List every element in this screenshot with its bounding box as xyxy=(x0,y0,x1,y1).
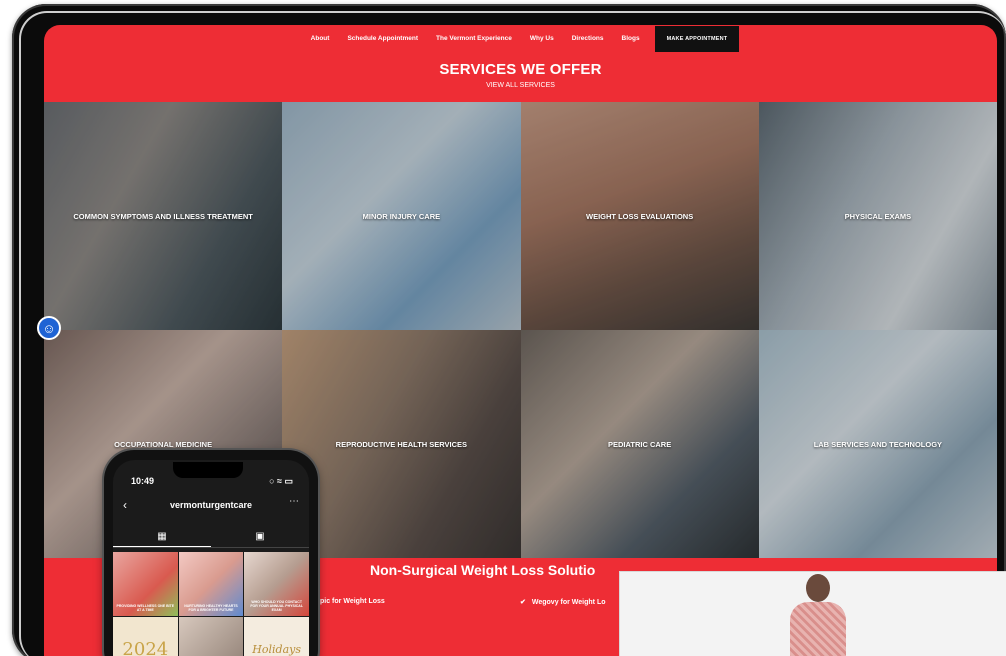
nav-schedule-appointment[interactable]: Schedule Appointment xyxy=(338,25,427,53)
video-overlay[interactable] xyxy=(619,571,1006,656)
grid-icon[interactable]: ▦ xyxy=(113,526,211,547)
post-caption: Holidays xyxy=(252,642,302,656)
post-caption: 2024 xyxy=(122,638,169,656)
nav-why-us[interactable]: Why Us xyxy=(521,25,563,53)
presenter-head xyxy=(806,574,830,602)
phone-frame: 10:49 ○ ≈ ▭ ‹ vermonturgentcare ⋯ ▦ ▣ PR… xyxy=(104,450,318,656)
profile-tabs: ▦ ▣ xyxy=(113,526,309,548)
service-label: MINOR INJURY CARE xyxy=(362,211,441,221)
service-tile-common-symptoms[interactable]: COMMON SYMPTOMS AND ILLNESS TREATMENT xyxy=(44,102,283,330)
post-thumbnail[interactable]: WHO SHOULD YOU CONTACT FOR YOUR ANNUAL P… xyxy=(244,552,309,616)
status-bar: 10:49 ○ ≈ ▭ xyxy=(131,476,293,487)
post-thumbnail[interactable]: NURTURING HEALTHY HEARTS FOR A BRIGHTER … xyxy=(178,552,244,616)
service-tile-physical-exams[interactable]: PHYSICAL EXAMS xyxy=(758,102,997,330)
status-icons: ○ ≈ ▭ xyxy=(269,476,293,486)
weight-loss-item-label: Wegovy for Weight Lo xyxy=(531,599,606,606)
service-label: PEDIATRIC CARE xyxy=(608,439,672,449)
clock: 10:49 xyxy=(131,476,155,486)
post-thumbnail[interactable]: Holidays xyxy=(244,617,309,656)
nav-blogs[interactable]: Blogs xyxy=(613,25,649,53)
post-grid: PROVIDING WELLNESS ONE BITE AT A TIME NU… xyxy=(113,552,309,656)
service-label: OCCUPATIONAL MEDICINE xyxy=(114,439,213,449)
weight-loss-item: ✔ Wegovy for Weight Lo xyxy=(520,598,606,606)
accessibility-icon[interactable]: ☺ xyxy=(37,316,61,340)
post-thumbnail[interactable]: 2024 xyxy=(113,617,178,656)
profile-username: vermonturgentcare xyxy=(169,500,253,510)
service-label: WEIGHT LOSS EVALUATIONS xyxy=(586,211,694,221)
presenter-body xyxy=(790,602,846,656)
more-options-icon[interactable]: ⋯ xyxy=(289,496,299,507)
make-appointment-button[interactable]: MAKE APPOINTMENT xyxy=(654,26,740,52)
presenter-figure xyxy=(788,572,848,656)
weight-loss-item: pic for Weight Loss xyxy=(320,598,385,605)
tagged-icon[interactable]: ▣ xyxy=(211,526,309,547)
post-caption: PROVIDING WELLNESS ONE BITE AT A TIME xyxy=(116,604,175,612)
service-label: COMMON SYMPTOMS AND ILLNESS TREATMENT xyxy=(73,211,253,221)
post-thumbnail[interactable] xyxy=(178,617,244,656)
service-tile-minor-injury[interactable]: MINOR INJURY CARE xyxy=(282,102,521,330)
post-caption: NURTURING HEALTHY HEARTS FOR A BRIGHTER … xyxy=(184,604,238,612)
service-label: REPRODUCTIVE HEALTH SERVICES xyxy=(335,439,468,449)
service-tile-lab-services[interactable]: LAB SERVICES AND TECHNOLOGY xyxy=(758,330,997,558)
weight-loss-title: Non-Surgical Weight Loss Solutio xyxy=(370,562,596,578)
view-all-services-link[interactable]: VIEW ALL SERVICES xyxy=(44,82,997,89)
service-label: PHYSICAL EXAMS xyxy=(844,211,912,221)
service-tile-weight-loss[interactable]: WEIGHT LOSS EVALUATIONS xyxy=(520,102,759,330)
post-thumbnail[interactable]: PROVIDING WELLNESS ONE BITE AT A TIME xyxy=(113,552,178,616)
main-nav: About Schedule Appointment The Vermont E… xyxy=(44,25,997,53)
nav-vermont-experience[interactable]: The Vermont Experience xyxy=(427,25,521,53)
nav-about[interactable]: About xyxy=(302,25,339,53)
instagram-screen: 10:49 ○ ≈ ▭ ‹ vermonturgentcare ⋯ ▦ ▣ PR… xyxy=(113,460,309,656)
service-tile-pediatric-care[interactable]: PEDIATRIC CARE xyxy=(520,330,759,558)
section-title: SERVICES WE OFFER xyxy=(439,61,602,78)
nav-directions[interactable]: Directions xyxy=(563,25,613,53)
weight-loss-item-label: pic for Weight Loss xyxy=(320,598,385,605)
service-label: LAB SERVICES AND TECHNOLOGY xyxy=(813,439,943,449)
post-caption: WHO SHOULD YOU CONTACT FOR YOUR ANNUAL P… xyxy=(250,600,303,612)
check-icon: ✔ xyxy=(520,599,526,606)
